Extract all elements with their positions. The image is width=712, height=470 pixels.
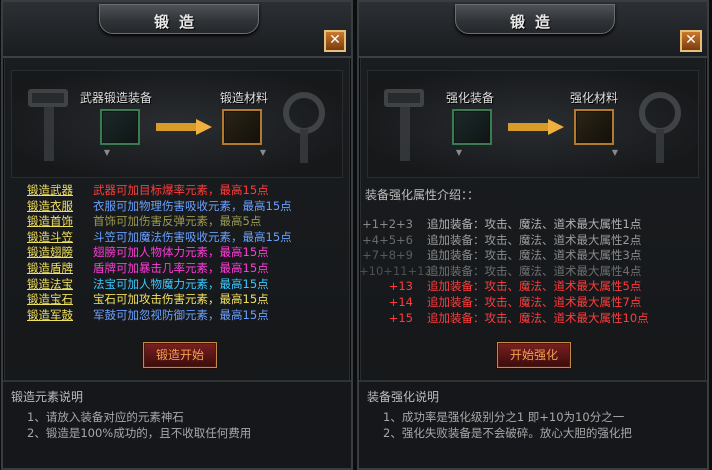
ornament-decoration-icon bbox=[283, 92, 325, 163]
material-slot-dropdown-icon[interactable]: ▼ bbox=[608, 148, 622, 158]
hammer-decoration-icon bbox=[28, 89, 68, 161]
panel-title: 锻造 bbox=[509, 13, 560, 31]
forge-option-desc: 衣服可加物理伤害吸收元素，最高15点 bbox=[93, 198, 292, 213]
forge-option-desc: 翅膀可加人物体力元素，最高15点 bbox=[93, 245, 269, 260]
material-slot[interactable] bbox=[574, 109, 614, 145]
enhance-attr-row: +1+2+3 追加装备：攻击、魔法、道术最大属性1点 bbox=[359, 216, 649, 232]
forge-option-link[interactable]: 锻造武器 bbox=[27, 182, 83, 198]
forge-panel: 锻造 ✕ 武器锻造装备 ▼ 锻造材料 ▼ 锻造武器 武器可加目标爆率元素，最高15… bbox=[1, 0, 353, 470]
enhance-attr-row: +4+5+6 追加装备：攻击、魔法、道术最大属性2点 bbox=[359, 232, 649, 248]
enhance-attr-desc: 追加装备：攻击、魔法、道术最大属性5点 bbox=[427, 279, 642, 294]
forge-option-desc: 军鼓可加忽视防御元素，最高15点 bbox=[93, 307, 269, 322]
forge-option-desc: 首饰可加伤害反弹元素，最高5点 bbox=[93, 214, 262, 229]
enhance-level: +1+2+3 bbox=[362, 217, 413, 231]
forge-option-row: 锻造武器 武器可加目标爆率元素，最高15点 bbox=[27, 182, 292, 198]
forge-option-row: 锻造军鼓 军鼓可加忽视防御元素，最高15点 bbox=[27, 307, 292, 323]
material-slot-dropdown-icon[interactable]: ▼ bbox=[256, 148, 270, 158]
forge-option-row: 锻造翅膀 翅膀可加人物体力元素，最高15点 bbox=[27, 244, 292, 260]
enhance-start-button[interactable]: 开始强化 bbox=[497, 342, 571, 368]
close-button[interactable]: ✕ bbox=[324, 30, 346, 52]
enhance-level: +7+8+9 bbox=[362, 248, 413, 263]
title-plate: 锻造 bbox=[455, 4, 615, 34]
enhance-attr-row: +14 追加装备：攻击、魔法、道术最大属性7点 bbox=[359, 294, 649, 310]
enhance-area: 强化装备 ▼ 强化材料 ▼ bbox=[367, 70, 699, 178]
enhance-level: +14 bbox=[388, 294, 413, 309]
enhance-panel: 锻造 ✕ 强化装备 ▼ 强化材料 ▼ 装备强化属性介绍：： +1+2+3 追加装备… bbox=[357, 0, 709, 470]
forge-option-row: 锻造衣服 衣服可加物理伤害吸收元素，最高15点 bbox=[27, 198, 292, 214]
enhance-attr-desc: 追加装备：攻击、魔法、道术最大属性4点 bbox=[427, 263, 642, 278]
enhance-attr-desc: 追加装备：攻击、魔法、道术最大属性1点 bbox=[427, 217, 642, 231]
panel-title: 锻造 bbox=[153, 13, 204, 31]
forge-option-link[interactable]: 锻造翅膀 bbox=[27, 244, 83, 260]
close-button[interactable]: ✕ bbox=[680, 30, 702, 52]
enhance-level: +15 bbox=[388, 310, 413, 325]
forge-option-link[interactable]: 锻造衣服 bbox=[27, 198, 83, 214]
forge-option-link[interactable]: 锻造法宝 bbox=[27, 276, 83, 292]
hammer-decoration-icon bbox=[384, 89, 424, 161]
arrow-right-icon bbox=[508, 119, 564, 135]
enhance-attr-desc: 追加装备：攻击、魔法、道术最大属性7点 bbox=[427, 294, 642, 309]
forge-option-row: 锻造首饰 首饰可加伤害反弹元素，最高5点 bbox=[27, 213, 292, 229]
enhance-attr-desc: 追加装备：攻击、魔法、道术最大属性3点 bbox=[427, 248, 642, 263]
ornament-decoration-icon bbox=[639, 92, 681, 163]
forge-option-desc: 盾牌可加暴击几率元素，最高15点 bbox=[93, 260, 269, 275]
arrow-right-icon bbox=[156, 119, 212, 135]
forge-option-row: 锻造斗笠 斗笠可加魔法伤害吸收元素，最高15点 bbox=[27, 229, 292, 245]
notes-item: 2、锻造是100%成功的，且不收取任何费用 bbox=[27, 426, 252, 440]
notes-section: 锻造元素说明 1、请放入装备对应的元素神石 2、锻造是100%成功的，且不收取任… bbox=[3, 380, 351, 468]
title-plate: 锻造 bbox=[99, 4, 259, 34]
notes-item: 1、成功率是强化级别分之1 即+10为10分之一 bbox=[383, 410, 625, 424]
attr-heading: 装备强化属性介绍：： bbox=[365, 188, 480, 202]
forge-option-row: 锻造法宝 法宝可加人物魔力元素，最高15点 bbox=[27, 276, 292, 292]
enhance-attr-row: +13 追加装备：攻击、魔法、道术最大属性5点 bbox=[359, 278, 649, 294]
material-slot-label: 强化材料 bbox=[570, 91, 619, 105]
notes-section: 装备强化说明 1、成功率是强化级别分之1 即+10为10分之一 2、强化失败装备… bbox=[359, 380, 707, 468]
forge-option-desc: 法宝可加人物魔力元素，最高15点 bbox=[93, 276, 269, 291]
enhance-attr-row: +15 追加装备：攻击、魔法、道术最大属性10点 bbox=[359, 310, 649, 326]
forge-option-desc: 宝石可加攻击伤害元素，最高15点 bbox=[93, 292, 269, 307]
notes-title: 锻造元素说明 bbox=[11, 390, 84, 404]
notes-item: 2、强化失败装备是不会破碎。放心大胆的强化把 bbox=[383, 426, 632, 440]
enhance-attr-row: +10+11+12追加装备：攻击、魔法、道术最大属性4点 bbox=[359, 263, 649, 279]
enhance-attr-desc: 追加装备：攻击、魔法、道术最大属性2点 bbox=[427, 232, 642, 247]
forge-option-link[interactable]: 锻造首饰 bbox=[27, 213, 83, 229]
enhance-level: +4+5+6 bbox=[362, 232, 413, 247]
material-slot[interactable] bbox=[222, 109, 262, 145]
title-bar: 锻造 ✕ bbox=[3, 2, 351, 58]
equip-slot-dropdown-icon[interactable]: ▼ bbox=[452, 148, 466, 158]
forge-option-link[interactable]: 锻造宝石 bbox=[27, 291, 83, 307]
forge-option-link[interactable]: 锻造斗笠 bbox=[27, 229, 83, 245]
equip-slot[interactable] bbox=[452, 109, 492, 145]
notes-title: 装备强化说明 bbox=[367, 390, 440, 404]
enhance-level: +10+11+12 bbox=[359, 263, 432, 278]
notes-item: 1、请放入装备对应的元素神石 bbox=[27, 410, 184, 424]
forge-option-row: 锻造宝石 宝石可加攻击伤害元素，最高15点 bbox=[27, 291, 292, 307]
equip-slot[interactable] bbox=[100, 109, 140, 145]
enhance-attr-list: +1+2+3 追加装备：攻击、魔法、道术最大属性1点 +4+5+6 追加装备：攻击、魔… bbox=[359, 216, 649, 325]
forge-option-list: 锻造武器 武器可加目标爆率元素，最高15点 锻造衣服 衣服可加物理伤害吸收元素，最高1… bbox=[27, 182, 292, 322]
forge-option-desc: 武器可加目标爆率元素，最高15点 bbox=[93, 183, 269, 197]
forge-area: 武器锻造装备 ▼ 锻造材料 ▼ bbox=[11, 70, 343, 178]
enhance-attr-desc: 追加装备：攻击、魔法、道术最大属性10点 bbox=[427, 310, 649, 325]
enhance-level: +13 bbox=[388, 279, 413, 294]
material-slot-label: 锻造材料 bbox=[220, 91, 269, 105]
forge-option-link[interactable]: 锻造军鼓 bbox=[27, 307, 83, 323]
forge-option-row: 锻造盾牌 盾牌可加暴击几率元素，最高15点 bbox=[27, 260, 292, 276]
equip-slot-dropdown-icon[interactable]: ▼ bbox=[100, 148, 114, 158]
enhance-attr-row: +7+8+9 追加装备：攻击、魔法、道术最大属性3点 bbox=[359, 247, 649, 263]
forge-option-desc: 斗笠可加魔法伤害吸收元素，最高15点 bbox=[93, 229, 292, 244]
title-bar: 锻造 ✕ bbox=[359, 2, 707, 58]
equip-slot-label: 强化装备 bbox=[446, 91, 495, 105]
forge-option-link[interactable]: 锻造盾牌 bbox=[27, 260, 83, 276]
equip-slot-label: 武器锻造装备 bbox=[80, 91, 153, 105]
forge-start-button[interactable]: 锻造开始 bbox=[143, 342, 217, 368]
